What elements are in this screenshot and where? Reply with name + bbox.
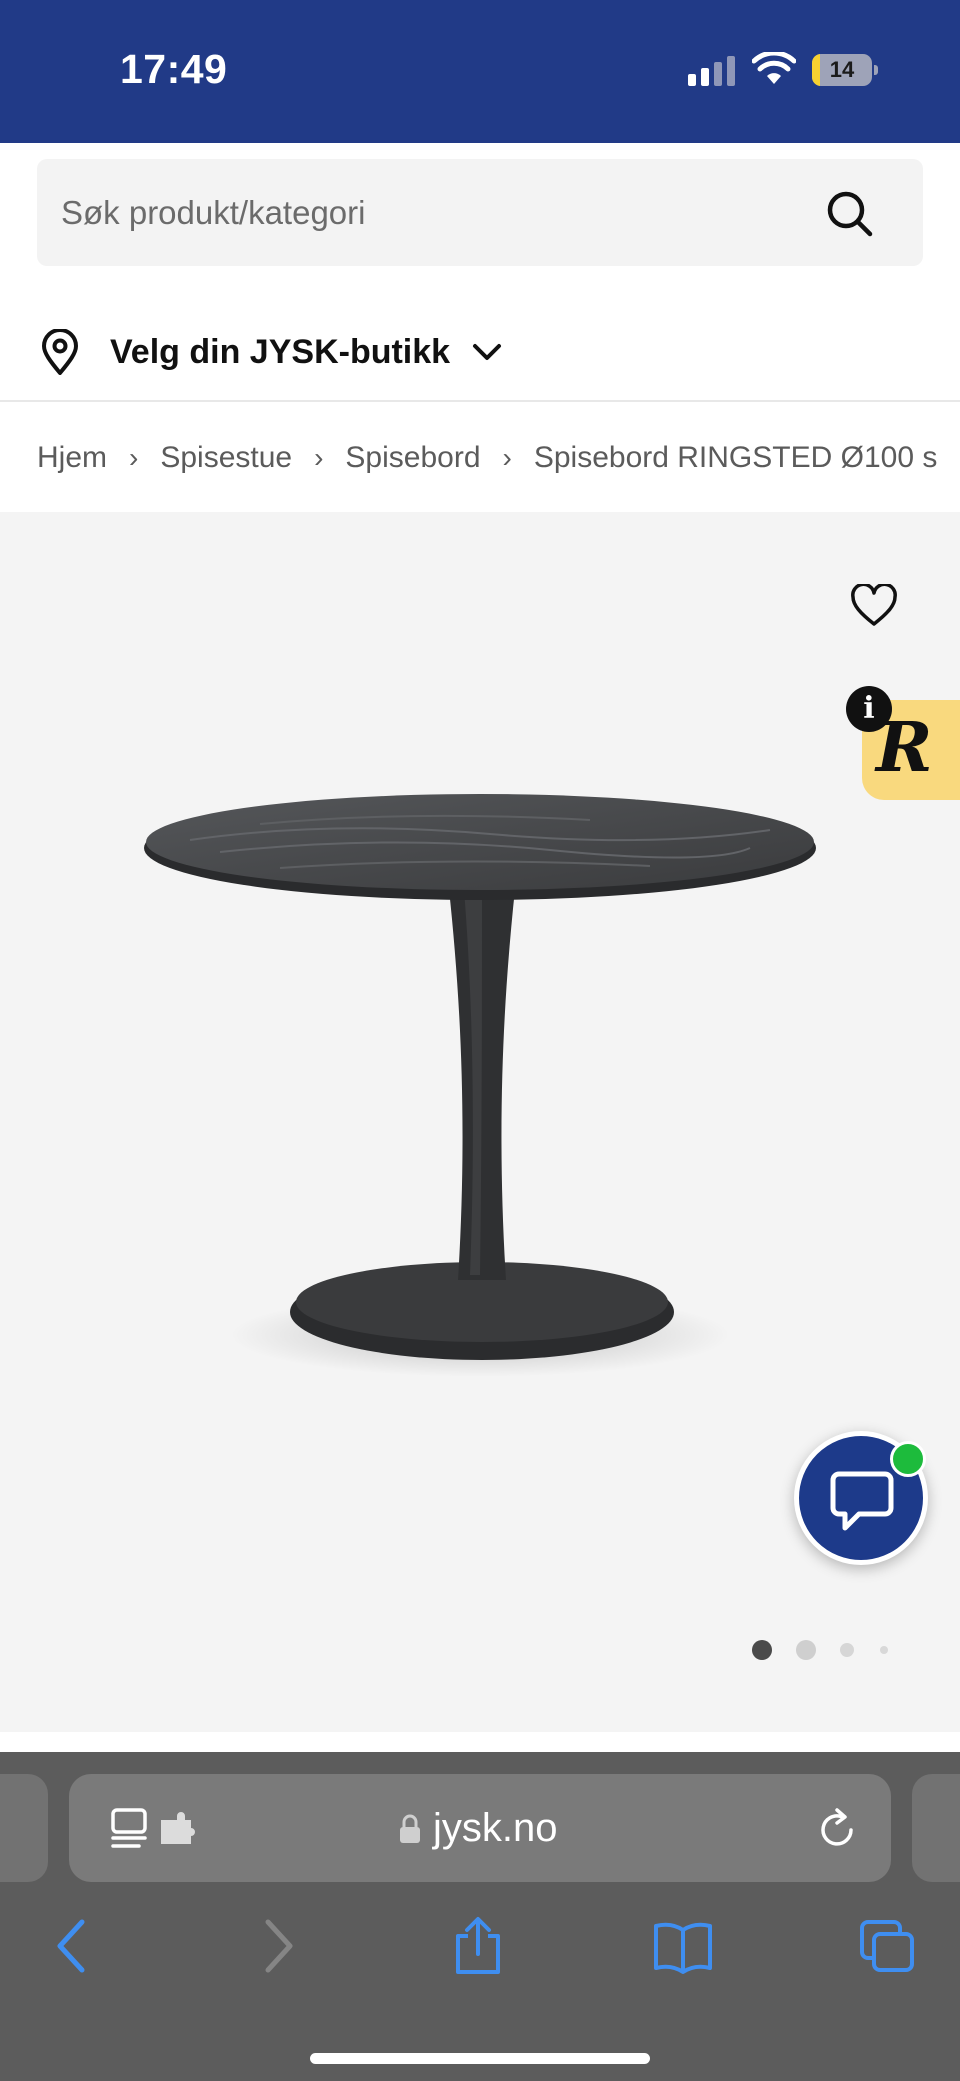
store-picker[interactable]: Velg din JYSK-butikk [40,320,502,384]
divider [0,400,960,402]
search-placeholder: Søk produkt/kategori [61,194,366,231]
previous-tab-preview[interactable] [0,1774,48,1882]
pagination-dot[interactable] [796,1640,816,1660]
breadcrumb-separator: › [502,442,512,473]
browser-toolbar: jysk.no [0,1752,960,2081]
heart-icon[interactable] [850,584,898,628]
forward-icon[interactable] [262,1916,298,1976]
info-icon[interactable]: i [846,686,892,732]
bookmarks-icon[interactable] [652,1916,714,1976]
tabs-icon[interactable] [858,1916,916,1976]
reader-extensions-icon[interactable] [111,1808,207,1852]
home-indicator[interactable] [310,2053,650,2064]
url-text: jysk.no [433,1806,558,1850]
browser-nav-row [0,1902,960,1992]
chevron-down-icon [473,344,502,360]
pagination-dot[interactable] [840,1643,854,1657]
product-image [144,794,816,1377]
next-tab-preview[interactable] [912,1774,960,1882]
reload-icon[interactable] [817,1808,859,1850]
back-icon[interactable] [52,1916,88,1976]
pagination-dot[interactable] [880,1646,888,1654]
battery-icon: 14 [812,54,878,86]
lock-icon [400,1814,420,1843]
breadcrumb-separator: › [129,442,139,473]
online-status-dot [890,1441,926,1477]
address-bar[interactable]: jysk.no [69,1774,891,1882]
pagination-dot-active[interactable] [752,1640,772,1660]
cellular-signal-icon [688,56,735,86]
breadcrumb-item-current: Spisebord RINGSTED Ø100 s [533,441,938,474]
breadcrumb-item-spisebord[interactable]: Spisebord [345,441,480,475]
breadcrumb: Hjem › Spisestue › Spisebord › Spisebord… [37,430,960,486]
search-icon[interactable] [825,189,873,237]
breadcrumb-separator: › [314,442,324,473]
breadcrumb-item-spisestue[interactable]: Spisestue [160,441,292,475]
chat-bubble-icon [830,1471,894,1531]
wifi-icon [752,52,796,84]
search-input[interactable]: Søk produkt/kategori [37,159,923,266]
share-icon[interactable] [452,1916,504,1976]
battery-level: 14 [829,57,855,82]
breadcrumb-item-hjem[interactable]: Hjem [37,441,107,475]
status-time: 17:49 [120,46,228,92]
store-picker-label: Velg din JYSK-butikk [110,332,451,371]
status-bar: 17:49 14 [0,0,960,143]
gallery-pagination [750,1638,890,1660]
location-pin-icon [42,329,78,375]
